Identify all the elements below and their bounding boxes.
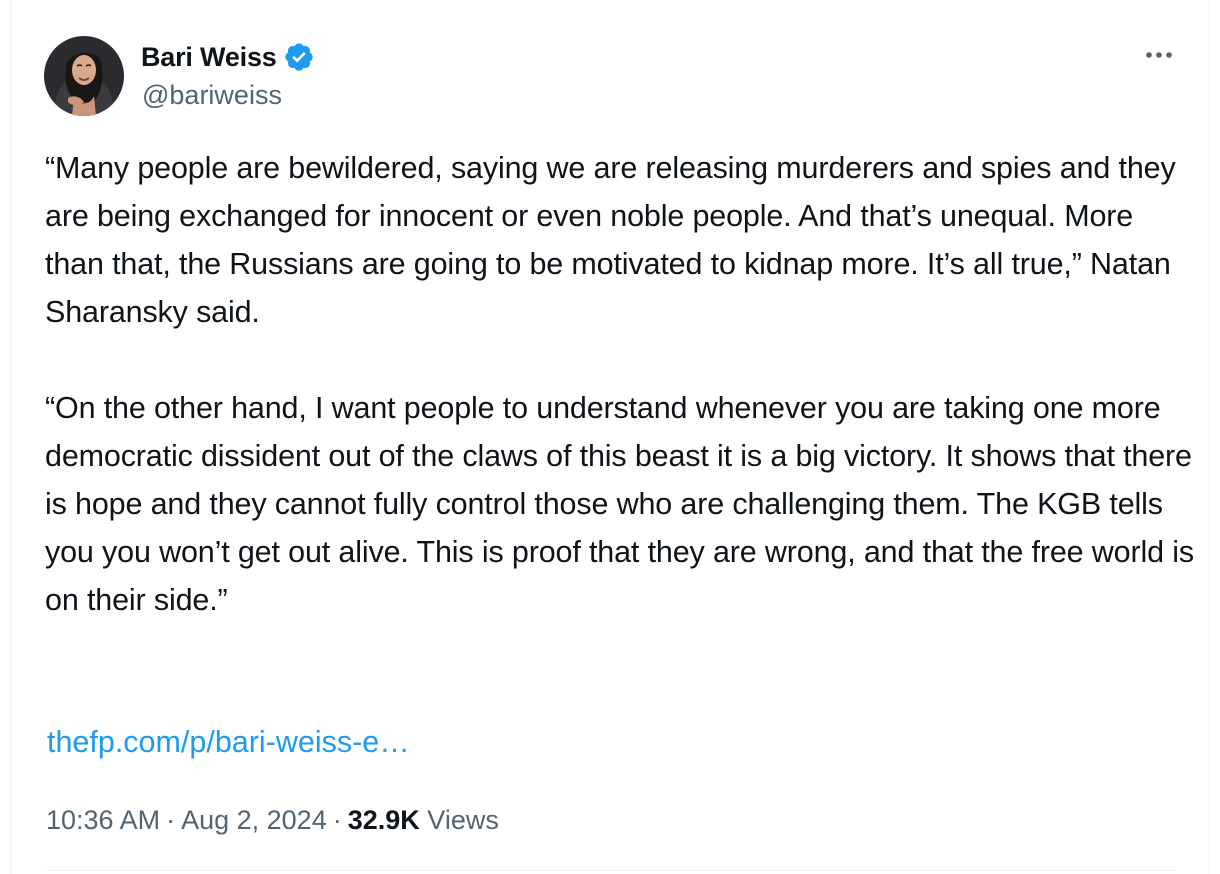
- profile-photo: [44, 36, 124, 116]
- divider: [45, 870, 1175, 871]
- author-display-name[interactable]: Bari Weiss: [141, 42, 277, 73]
- article-link[interactable]: thefp.com/p/bari-weiss-e…: [47, 718, 410, 766]
- views-count: 32.9K: [347, 805, 420, 835]
- views-label: Views: [427, 805, 499, 835]
- avatar[interactable]: [44, 36, 124, 116]
- tweet-paragraph: “On the other hand, I want people to und…: [45, 391, 1194, 617]
- tweet-time[interactable]: 10:36 AM: [46, 805, 160, 835]
- tweet-metadata: 10:36 AM · Aug 2, 2024 · 32.9K Views: [46, 800, 499, 840]
- more-options-button[interactable]: [1139, 40, 1179, 70]
- tweet-card: Bari Weiss @bariweiss “Many people are b…: [10, 0, 1210, 874]
- meta-separator: ·: [332, 805, 342, 835]
- tweet-paragraph: “Many people are bewildered, saying we a…: [45, 151, 1176, 329]
- author-name-row: Bari Weiss: [141, 39, 315, 75]
- meta-separator: ·: [166, 805, 176, 835]
- tweet-date[interactable]: Aug 2, 2024: [181, 805, 327, 835]
- verified-badge-icon: [283, 41, 315, 73]
- more-horizontal-icon: [1146, 52, 1172, 58]
- author-handle[interactable]: @bariweiss: [142, 80, 282, 111]
- tweet-text: “Many people are bewildered, saying we a…: [45, 144, 1195, 624]
